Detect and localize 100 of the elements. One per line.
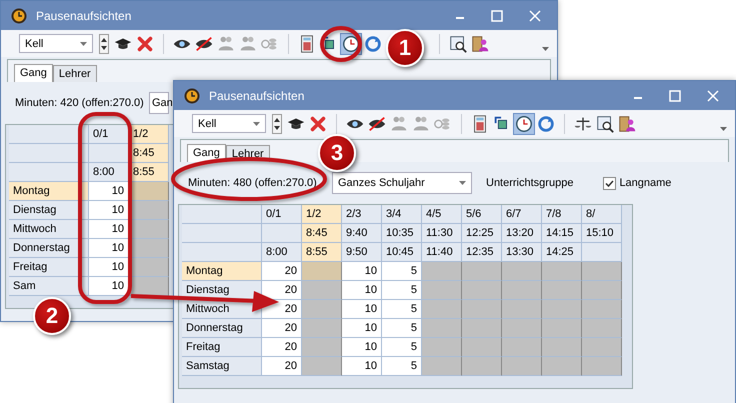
day-cell[interactable]: Freitag [182, 338, 262, 357]
blocked-cell[interactable] [302, 319, 342, 338]
blocked-cell[interactable] [422, 357, 462, 376]
close-icon[interactable] [707, 90, 719, 102]
table-cell[interactable]: 10 [342, 357, 382, 376]
blocked-cell[interactable] [582, 357, 622, 376]
blocked-cell[interactable] [502, 338, 542, 357]
table-cell[interactable]: 10 [89, 182, 129, 201]
period-header[interactable]: 2/3 [342, 205, 382, 224]
period-header[interactable]: 0/1 [89, 125, 129, 144]
period-header[interactable]: 6/7 [502, 205, 542, 224]
day-cell[interactable]: Samstag [182, 357, 262, 376]
blocked-cell[interactable] [582, 281, 622, 300]
blocked-cell[interactable] [302, 357, 342, 376]
blocked-cell[interactable] [582, 319, 622, 338]
blocked-cell[interactable] [129, 182, 169, 201]
table-cell[interactable]: 5 [382, 300, 422, 319]
day-cell[interactable]: Donnerstag [182, 319, 262, 338]
blocked-cell[interactable] [502, 262, 542, 281]
blocked-cell[interactable] [542, 281, 582, 300]
table-cell[interactable]: 10 [89, 258, 129, 277]
people-icon[interactable] [411, 114, 431, 134]
blocked-cell[interactable] [462, 300, 502, 319]
maximize-icon[interactable] [491, 10, 503, 22]
overflow-icon[interactable] [720, 127, 727, 131]
blocked-cell[interactable] [542, 338, 582, 357]
blocked-cell[interactable] [129, 220, 169, 239]
checkbox[interactable] [603, 176, 616, 190]
day-cell[interactable]: Montag [182, 262, 262, 281]
blocked-cell[interactable] [462, 357, 502, 376]
teacher-dropdown[interactable]: Kell [19, 34, 93, 53]
people-icon[interactable] [238, 34, 258, 54]
clock-icon[interactable] [514, 114, 534, 134]
refresh-icon[interactable] [363, 34, 383, 54]
table-cell[interactable]: 10 [89, 220, 129, 239]
table-cell[interactable]: 20 [262, 338, 302, 357]
tab[interactable]: Gang [187, 144, 226, 162]
blocked-cell[interactable] [462, 281, 502, 300]
blocked-cell[interactable] [582, 262, 622, 281]
blocked-cell[interactable] [129, 201, 169, 220]
day-cell[interactable]: Sam [9, 277, 89, 296]
blocked-cell[interactable] [462, 262, 502, 281]
blocked-cell[interactable] [582, 300, 622, 319]
period-header[interactable]: 8/ [582, 205, 622, 224]
blocked-cell[interactable] [422, 281, 462, 300]
blocked-cell[interactable] [502, 357, 542, 376]
period-header[interactable]: 7/8 [542, 205, 582, 224]
blocked-cell[interactable] [129, 258, 169, 277]
period-header[interactable]: 4/5 [422, 205, 462, 224]
blocked-cell[interactable] [302, 262, 342, 281]
table-cell[interactable]: 10 [342, 319, 382, 338]
table-cell[interactable]: 10 [342, 300, 382, 319]
period-header[interactable]: 0/1 [262, 205, 302, 224]
day-cell[interactable]: Dienstag [9, 201, 89, 220]
blocked-cell[interactable] [302, 281, 342, 300]
blocked-cell[interactable] [462, 319, 502, 338]
spinner-icon[interactable] [272, 114, 282, 134]
table-cell[interactable]: 20 [262, 319, 302, 338]
table-cell[interactable]: 20 [262, 357, 302, 376]
search-icon[interactable] [448, 34, 468, 54]
table-cell[interactable]: 20 [262, 281, 302, 300]
tab[interactable]: Gang [14, 64, 53, 82]
period-dropdown[interactable]: Ganzes Schuljahr [332, 172, 472, 194]
blocked-cell[interactable] [422, 262, 462, 281]
table-cell[interactable]: 10 [342, 281, 382, 300]
period-header[interactable]: 1/2 [129, 125, 169, 144]
table-cell[interactable]: 5 [382, 262, 422, 281]
blocked-cell[interactable] [582, 338, 622, 357]
period-header[interactable]: 3/4 [382, 205, 422, 224]
overflow-icon[interactable] [542, 47, 549, 51]
blocked-cell[interactable] [422, 300, 462, 319]
table-cell[interactable]: 5 [382, 357, 422, 376]
day-cell[interactable]: Freitag [9, 258, 89, 277]
blocked-cell[interactable] [129, 239, 169, 258]
table-cell[interactable]: 5 [382, 281, 422, 300]
day-cell[interactable]: Montag [9, 182, 89, 201]
blocked-cell[interactable] [542, 357, 582, 376]
table-cell[interactable]: 5 [382, 319, 422, 338]
blocked-cell[interactable] [542, 262, 582, 281]
blocked-cell[interactable] [422, 338, 462, 357]
blocked-cell[interactable] [462, 338, 502, 357]
person-icon[interactable] [617, 114, 637, 134]
maximize-icon[interactable] [669, 90, 681, 102]
blocked-cell[interactable] [302, 338, 342, 357]
table-cell[interactable]: 10 [342, 338, 382, 357]
blocked-cell[interactable] [542, 319, 582, 338]
table-cell[interactable]: 10 [89, 239, 129, 258]
spinner-icon[interactable] [99, 34, 109, 54]
table-cell[interactable]: 10 [342, 262, 382, 281]
day-cell[interactable]: Donnerstag [9, 239, 89, 258]
teacher-dropdown[interactable]: Kell [192, 114, 266, 133]
search-icon[interactable] [595, 114, 615, 134]
person-icon[interactable] [470, 34, 490, 54]
delete-icon[interactable] [308, 114, 328, 134]
period-header[interactable]: 1/2 [302, 205, 342, 224]
table-cell[interactable]: 5 [382, 338, 422, 357]
tab[interactable]: Lehrer [52, 65, 97, 82]
blocked-cell[interactable] [422, 319, 462, 338]
day-cell[interactable]: Mittwoch [9, 220, 89, 239]
table-cell[interactable]: 10 [89, 277, 129, 296]
